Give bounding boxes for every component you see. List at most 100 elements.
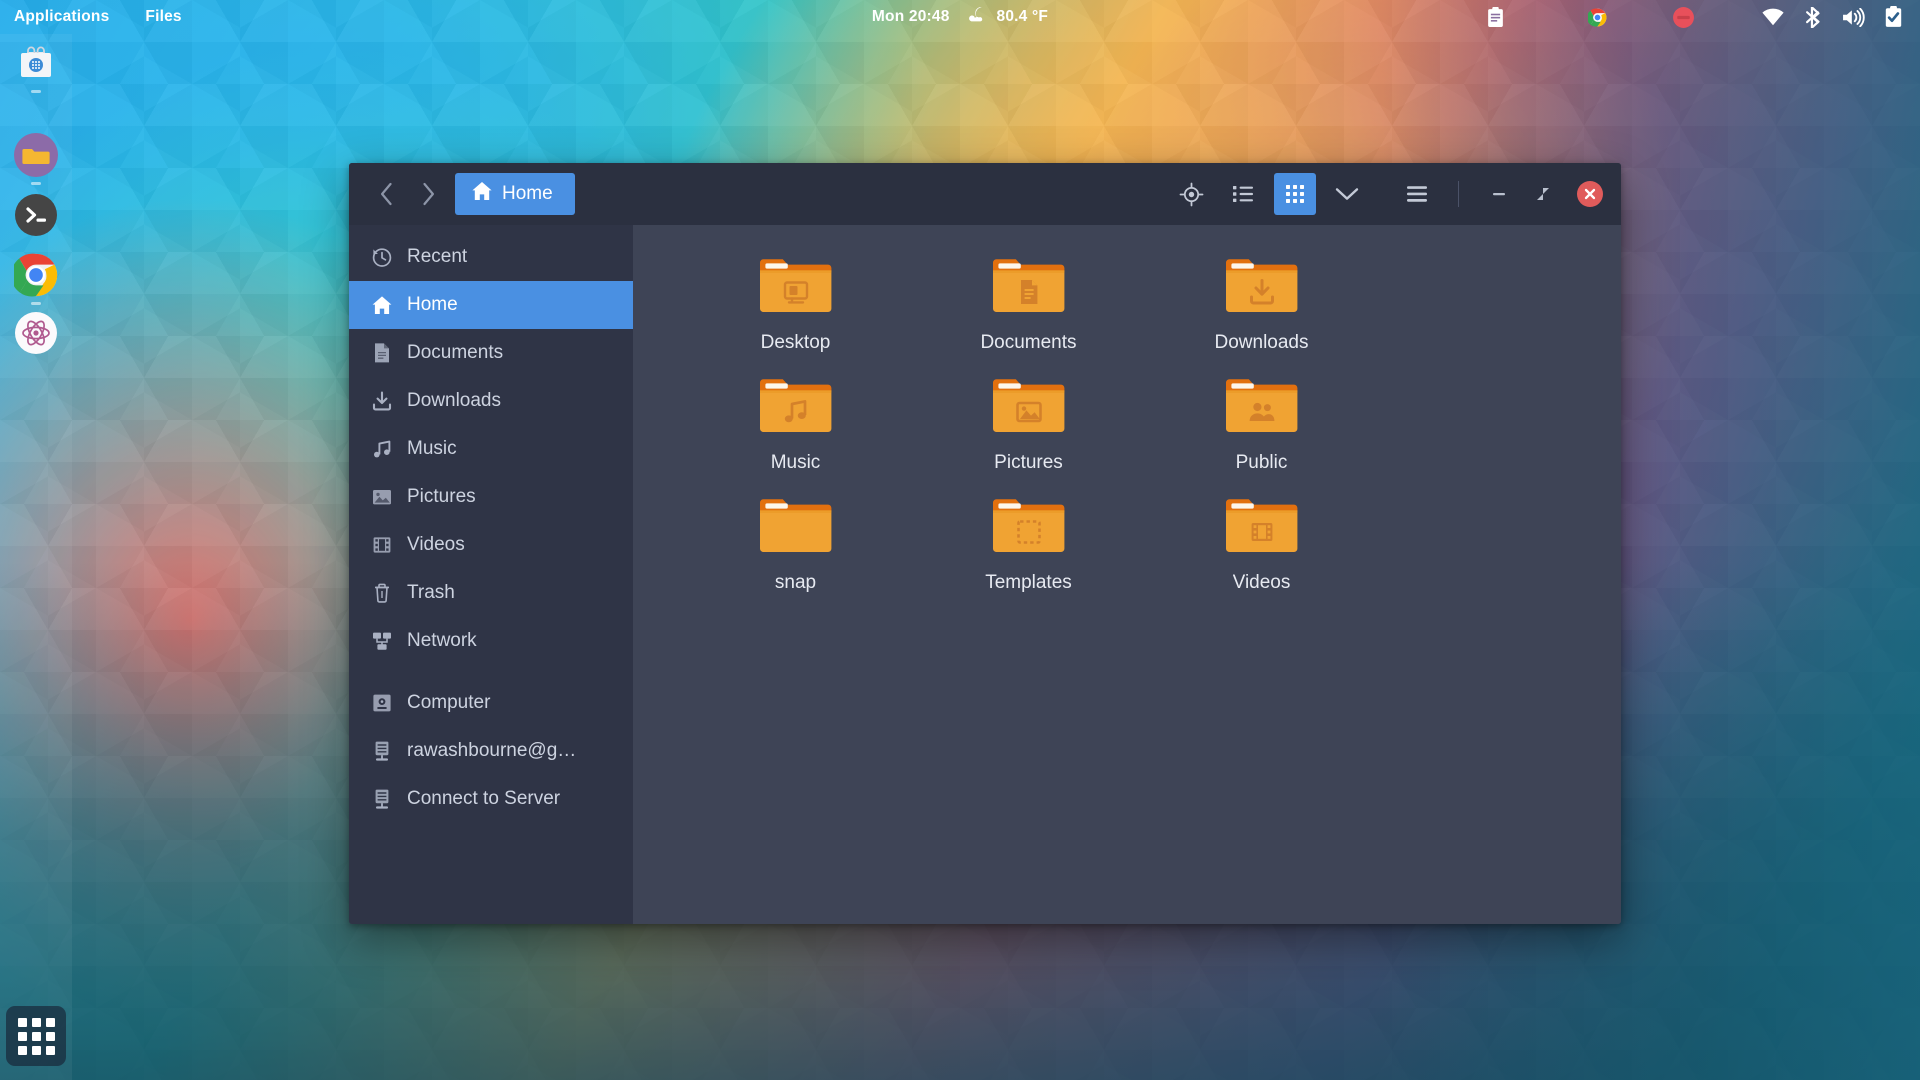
toolbar-separator — [1458, 181, 1459, 207]
dock-item-terminal[interactable] — [13, 192, 59, 238]
sidebar-item-label: Computer — [407, 692, 490, 714]
folder-label: Videos — [1233, 572, 1291, 594]
file-manager-body: RecentHomeDocumentsDownloadsMusicPicture… — [349, 225, 1621, 924]
folder-item[interactable]: snap — [679, 491, 912, 611]
sidebar-item-rawashbourne-g[interactable]: rawashbourne@g… — [349, 727, 633, 775]
folder-item[interactable]: Public — [1145, 371, 1378, 491]
home-icon — [371, 294, 393, 316]
dock-item-software[interactable] — [13, 40, 59, 86]
picture-icon — [371, 486, 393, 508]
file-manager-file-grid[interactable]: Desktop Documents Downloads Music Pictures Pu… — [633, 225, 1621, 924]
list-view-button[interactable] — [1222, 173, 1264, 215]
folder-item[interactable]: Videos — [1145, 491, 1378, 611]
top-bar: Applications Files Mon 20:48 80.4 °F — [0, 0, 1920, 34]
dock-item-files[interactable] — [13, 132, 59, 178]
sidebar-item-network[interactable]: Network — [349, 617, 633, 665]
sidebar-item-recent[interactable]: Recent — [349, 233, 633, 281]
folder-label: Desktop — [761, 332, 831, 354]
folder-label: Downloads — [1215, 332, 1309, 354]
app-grid-dot — [32, 1032, 41, 1041]
dock-running-dot-chrome — [31, 302, 41, 305]
sidebar-item-label: Trash — [407, 582, 455, 604]
applications-menu[interactable]: Applications — [0, 0, 127, 34]
folder-icon — [1224, 375, 1300, 442]
folder-icon — [758, 495, 834, 562]
back-button[interactable] — [365, 173, 407, 215]
sidebar-item-pictures[interactable]: Pictures — [349, 473, 633, 521]
folder-label: Templates — [985, 572, 1072, 594]
close-button[interactable] — [1577, 181, 1603, 207]
files-menu[interactable]: Files — [127, 0, 199, 34]
sidebar-item-label: Downloads — [407, 390, 501, 412]
sidebar-item-label: Recent — [407, 246, 467, 268]
music-icon — [371, 438, 393, 460]
sidebar-item-computer[interactable]: Computer — [349, 679, 633, 727]
show-applications-button[interactable] — [6, 1006, 66, 1066]
folder-icon — [1224, 255, 1300, 322]
search-location-button[interactable] — [1170, 173, 1212, 215]
trash-icon — [371, 582, 393, 604]
sidebar-item-music[interactable]: Music — [349, 425, 633, 473]
folder-label: Public — [1236, 452, 1288, 474]
sidebar-item-label: Home — [407, 294, 458, 316]
sidebar-item-connect-to-server[interactable]: Connect to Server — [349, 775, 633, 823]
desktop: Applications Files Mon 20:48 80.4 °F — [0, 0, 1920, 1080]
folder-item[interactable]: Downloads — [1145, 251, 1378, 371]
files-menu-label: Files — [145, 8, 181, 26]
folder-icon — [991, 375, 1067, 442]
app-grid-dot — [18, 1032, 27, 1041]
sidebar-item-downloads[interactable]: Downloads — [349, 377, 633, 425]
folder-icon — [758, 375, 834, 442]
breadcrumb-label: Home — [502, 183, 553, 205]
maximize-button[interactable] — [1527, 178, 1559, 210]
file-manager-window: Home — [349, 163, 1621, 924]
folder-item[interactable]: Documents — [912, 251, 1145, 371]
sidebar-item-trash[interactable]: Trash — [349, 569, 633, 617]
dock — [0, 34, 72, 1080]
tasks-icon[interactable] — [1876, 0, 1910, 34]
dock-item-atom[interactable] — [13, 310, 59, 356]
folder-item[interactable]: Templates — [912, 491, 1145, 611]
folder-label: Pictures — [994, 452, 1063, 474]
dock-item-chrome[interactable] — [13, 252, 59, 298]
dock-running-dot-files — [31, 182, 41, 185]
view-options-button[interactable] — [1326, 173, 1368, 215]
folder-item[interactable]: Pictures — [912, 371, 1145, 491]
server-icon — [371, 740, 393, 762]
sidebar-item-home[interactable]: Home — [349, 281, 633, 329]
dock-running-dot-software — [31, 90, 41, 93]
clock[interactable]: Mon 20:48 — [872, 8, 950, 26]
sidebar-item-label: Connect to Server — [407, 788, 560, 810]
chrome-icon[interactable] — [1580, 0, 1614, 34]
clipboard-icon[interactable] — [1478, 0, 1512, 34]
sidebar-item-label: Videos — [407, 534, 465, 556]
folder-icon — [991, 255, 1067, 322]
folder-item[interactable]: Music — [679, 371, 912, 491]
sidebar-item-videos[interactable]: Videos — [349, 521, 633, 569]
folder-icon — [758, 255, 834, 322]
do-not-disturb-icon[interactable] — [1666, 0, 1700, 34]
bluetooth-icon[interactable] — [1796, 0, 1830, 34]
folder-icon — [1224, 495, 1300, 562]
app-grid-dot — [32, 1046, 41, 1055]
grid-view-button[interactable] — [1274, 173, 1316, 215]
sidebar-item-label: Documents — [407, 342, 503, 364]
menu-button[interactable] — [1396, 173, 1438, 215]
breadcrumb-home[interactable]: Home — [455, 173, 575, 215]
file-manager-header: Home — [349, 163, 1621, 225]
folder-label: Music — [771, 452, 821, 474]
folder-item[interactable]: Desktop — [679, 251, 912, 371]
weather-indicator[interactable]: 80.4 °F — [968, 6, 1049, 29]
minimize-button[interactable] — [1483, 178, 1515, 210]
sidebar-item-label: rawashbourne@g… — [407, 740, 576, 762]
forward-button[interactable] — [407, 173, 449, 215]
server-icon — [371, 788, 393, 810]
volume-icon[interactable] — [1836, 0, 1870, 34]
sidebar-item-documents[interactable]: Documents — [349, 329, 633, 377]
document-icon — [371, 342, 393, 364]
sidebar-group-separator — [349, 665, 633, 679]
folder-icon — [991, 495, 1067, 562]
network-icon — [371, 630, 393, 652]
folder-label: Documents — [980, 332, 1076, 354]
wifi-icon[interactable] — [1756, 0, 1790, 34]
